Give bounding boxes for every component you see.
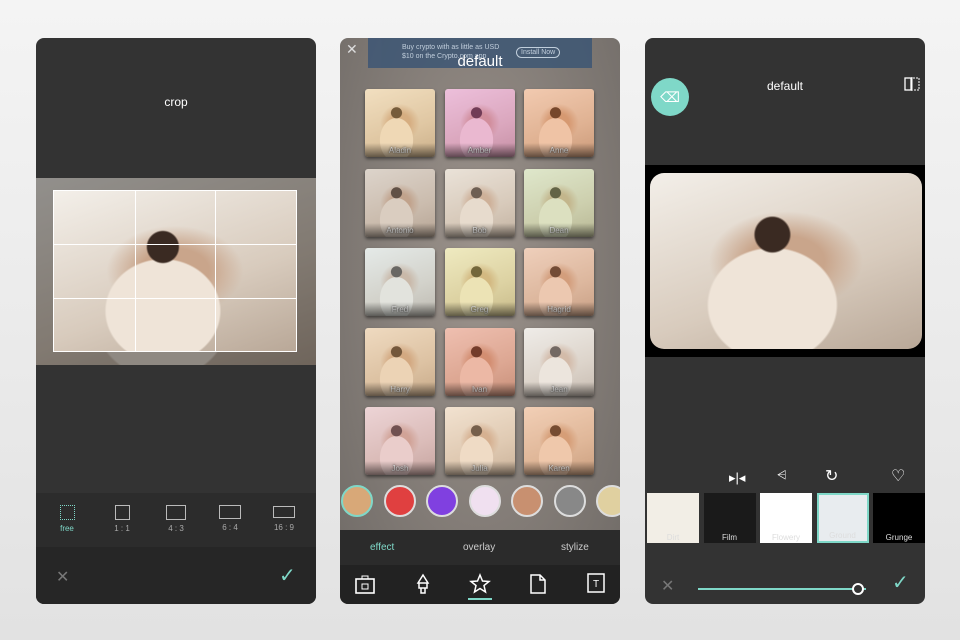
free-icon: [59, 505, 75, 520]
frame-option[interactable]: Dirt: [647, 493, 699, 543]
ratio-label: 6 : 4: [222, 523, 238, 532]
filter-label: Jean: [550, 384, 568, 394]
filter-label: Aladin: [388, 146, 412, 155]
rect-icon: [273, 506, 295, 518]
filter-thumbnail[interactable]: Anne: [524, 89, 594, 157]
filter-label: Ivan: [471, 384, 488, 394]
preset-circle[interactable]: [341, 485, 373, 517]
ratio-label: 1 : 1: [114, 524, 130, 533]
filter-thumbnail[interactable]: Greg: [444, 248, 515, 316]
tab-effect[interactable]: effect: [370, 542, 394, 553]
preset-circle[interactable]: [553, 485, 586, 517]
frame-option[interactable]: Grunge: [873, 493, 925, 543]
slider-knob[interactable]: [851, 583, 864, 595]
preset-circle[interactable]: [468, 485, 501, 517]
filter-thumbnail[interactable]: Amber: [444, 89, 515, 157]
filter-label: Julia: [471, 464, 488, 473]
filter-label: Josh: [391, 464, 409, 473]
frame-option[interactable]: Film: [703, 493, 756, 543]
frame-label: Grunge: [885, 533, 913, 542]
frame-title: default: [766, 79, 804, 93]
confirm-icon[interactable]: ✓: [279, 563, 296, 588]
filter-thumbnail[interactable]: Josh: [365, 407, 435, 475]
text-icon[interactable]: T: [584, 572, 608, 596]
effect-screen: Buy crypto with as little as USD $10 on …: [340, 38, 620, 604]
ratio-free[interactable]: free: [49, 501, 85, 533]
filter-label: Amber: [467, 146, 492, 155]
image-canvas: [645, 165, 925, 357]
svg-text:T: T: [593, 579, 599, 590]
bottom-bar: ✕ ✓: [36, 547, 316, 604]
slider-track: [698, 588, 866, 590]
preset-circle[interactable]: [596, 485, 620, 517]
ratio-6-4[interactable]: 6 : 4: [212, 501, 248, 532]
compare-icon[interactable]: [904, 76, 920, 92]
filter-thumbnail[interactable]: Aladin: [365, 89, 435, 157]
crop-box[interactable]: [53, 190, 297, 352]
frame-label: Film: [721, 533, 738, 542]
preset-circle[interactable]: [383, 485, 416, 517]
tab-stylize[interactable]: stylize: [561, 542, 589, 553]
rect-icon: [166, 505, 186, 520]
preset-circle[interactable]: [511, 485, 543, 517]
filter-thumbnail[interactable]: Hagrid: [524, 248, 594, 316]
favorite-heart-icon[interactable]: ♡: [891, 466, 905, 486]
filter-thumbnail[interactable]: Harry: [365, 327, 435, 396]
preset-circle[interactable]: [426, 485, 458, 517]
flip-vertical-icon[interactable]: ⩤: [777, 468, 787, 483]
filter-thumbnail[interactable]: Ivan: [444, 327, 515, 396]
filter-label: Antonio: [386, 225, 414, 235]
rect-icon: [219, 505, 241, 519]
ratio-label: free: [60, 524, 74, 533]
filter-thumbnail[interactable]: Dean: [524, 168, 594, 237]
confirm-icon[interactable]: ✓: [892, 570, 909, 595]
toolbox-icon[interactable]: [354, 573, 376, 595]
ratio-1-1[interactable]: 1 : 1: [104, 501, 140, 533]
crop-title: crop: [164, 95, 188, 109]
filter-label: Dean: [549, 225, 569, 235]
filter-thumbnail[interactable]: Jean: [524, 327, 594, 396]
frame-screen: ⌫ default ▸|◂ ⩤ ↻ ♡ Dirt Film Flowery Groun…: [645, 38, 925, 604]
crop-screen: crop free 1 : 1 4 : 3 6 : 4 16 : 9 ✕ ✓: [36, 38, 316, 604]
filter-label: Harry: [390, 384, 410, 394]
tab-bar: effect overlay stylize: [340, 530, 620, 565]
cancel-icon[interactable]: ✕: [56, 567, 69, 587]
tool-bar: T: [340, 565, 620, 604]
cancel-icon[interactable]: ✕: [661, 576, 674, 596]
ratio-label: 4 : 3: [168, 524, 184, 533]
rotate-icon[interactable]: ↻: [825, 466, 838, 486]
flip-horizontal-icon[interactable]: ▸|◂: [729, 470, 745, 486]
tab-overlay[interactable]: overlay: [463, 542, 495, 553]
effects-star-icon[interactable]: [468, 572, 492, 594]
filter-label: Anne: [549, 146, 569, 155]
filter-thumbnail[interactable]: Antonio: [365, 168, 435, 237]
filter-thumbnail[interactable]: Bob: [444, 168, 515, 237]
filter-thumbnail[interactable]: Fred: [365, 248, 435, 316]
ratio-label: 16 : 9: [273, 523, 294, 532]
active-tool-indicator: [468, 598, 492, 600]
sticker-icon[interactable]: [528, 573, 548, 595]
frame-label: Flowery: [771, 533, 800, 542]
ratio-toolbar: free 1 : 1 4 : 3 6 : 4 16 : 9: [36, 493, 316, 547]
brush-icon[interactable]: [413, 573, 433, 595]
frame-option[interactable]: Flowery: [760, 493, 812, 543]
filter-thumbnail[interactable]: Julia: [444, 407, 515, 475]
filter-label: Fred: [391, 305, 409, 314]
ratio-4-3[interactable]: 4 : 3: [158, 501, 194, 533]
frame-label: Dirt: [666, 533, 680, 542]
ratio-16-9[interactable]: 16 : 9: [266, 501, 302, 532]
filter-label: Karen: [548, 464, 570, 473]
square-icon: [114, 505, 130, 520]
effect-title: default: [457, 53, 503, 70]
frame-label: Ground: [829, 531, 856, 540]
filter-thumbnail[interactable]: Karen: [524, 407, 594, 475]
filter-label: Bob: [472, 225, 487, 235]
framed-photo: [650, 173, 922, 349]
intensity-slider[interactable]: [698, 583, 866, 595]
filter-label: Hagrid: [547, 305, 571, 314]
frame-option[interactable]: Ground: [816, 493, 869, 543]
filter-label: Greg: [470, 305, 489, 314]
